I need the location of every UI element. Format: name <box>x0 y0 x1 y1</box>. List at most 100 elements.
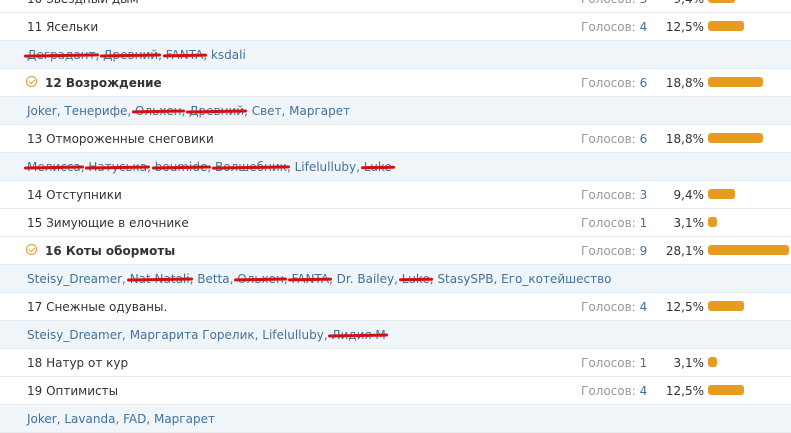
vote-percent: 3,1% <box>673 216 705 230</box>
voter-link[interactable]: Lifelulluby <box>295 160 357 174</box>
voter-link[interactable]: Его_котейшество <box>501 272 611 286</box>
poll-results: 10 Звездный дым Голосов: 3 9,4% 11 Ясельки Г… <box>0 0 791 433</box>
voter-link[interactable]: Свет <box>252 104 282 118</box>
voters-row: Joker, Тенерифе, Ольхен, Древний, Свет, … <box>0 97 791 125</box>
votes-number[interactable]: 4 <box>640 384 648 398</box>
voter-link[interactable]: FAD <box>123 412 146 426</box>
vote-count: Голосов: 6 <box>581 132 647 146</box>
votes-number[interactable]: 4 <box>640 20 648 34</box>
vote-percent: 9,4% <box>673 188 705 202</box>
vote-count: Голосов: 4 <box>581 300 647 314</box>
voter-link[interactable]: Тенерифе <box>64 104 127 118</box>
voter-link[interactable]: Древний <box>189 104 244 118</box>
option-name: 16 Коты обормоты <box>45 244 176 258</box>
votes-number[interactable]: 9 <box>640 244 648 258</box>
percent-bar <box>708 189 736 199</box>
poll-option-row: 19 Оптимисты Голосов: 4 12,5% <box>0 377 791 405</box>
voters-row: Steisy_Dreamer, Nat Natali, Betta, Ольхе… <box>0 265 791 293</box>
poll-option-row: 11 Ясельки Голосов: 4 12,5% <box>0 13 791 41</box>
voter-link[interactable]: boumide <box>155 160 208 174</box>
percent-bar <box>708 77 763 87</box>
vote-percent: 28,1% <box>665 244 704 258</box>
voter-link[interactable]: Steisy_Dreamer <box>27 272 122 286</box>
poll-option-row: 12 Возрождение Голосов: 6 18,8% <box>0 69 791 97</box>
voter-link[interactable]: Lavanda <box>64 412 115 426</box>
voter-link[interactable]: FANTA <box>166 48 204 62</box>
vote-count: Голосов: 9 <box>581 244 647 258</box>
votes-number[interactable]: 1 <box>640 356 648 370</box>
voter-list: Деградант, Древний, FANTA, ksdali <box>27 48 246 62</box>
poll-option-row: 10 Звездный дым Голосов: 3 9,4% <box>0 0 791 13</box>
voter-link[interactable]: Dr. Bailey <box>337 272 394 286</box>
votes-label: Голосов: <box>581 384 636 398</box>
vote-percent: 3,1% <box>673 356 705 370</box>
votes-number[interactable]: 6 <box>640 132 648 146</box>
votes-label: Голосов: <box>581 216 636 230</box>
vote-count: Голосов: 6 <box>581 76 647 90</box>
voter-link[interactable]: Деградант <box>27 48 96 62</box>
percent-bar <box>708 385 745 395</box>
voter-separator: , <box>122 328 130 342</box>
voter-link[interactable]: Joker <box>27 104 57 118</box>
voter-link[interactable]: Волшебник <box>215 160 287 174</box>
votes-number[interactable]: 1 <box>640 216 648 230</box>
voter-link[interactable]: Маргарет <box>289 104 350 118</box>
voter-list: Joker, Тенерифе, Ольхен, Древний, Свет, … <box>27 104 350 118</box>
votes-number[interactable]: 6 <box>640 76 648 90</box>
poll-option-row: 18 Натур от кур Голосов: 1 3,1% <box>0 349 791 377</box>
vote-count: Голосов: 4 <box>581 20 647 34</box>
option-name: 17 Снежные одуваны. <box>27 300 168 314</box>
voter-link[interactable]: Древний <box>103 48 158 62</box>
votes-number[interactable]: 3 <box>640 0 648 6</box>
voter-link[interactable]: Маргарита Горелик <box>130 328 255 342</box>
check-circle-icon <box>26 244 37 255</box>
percent-bar <box>708 245 790 255</box>
voter-list: Steisy_Dreamer, Nat Natali, Betta, Ольхе… <box>27 272 612 286</box>
votes-number[interactable]: 4 <box>640 300 648 314</box>
percent-bar <box>708 357 717 367</box>
votes-label: Голосов: <box>581 300 636 314</box>
voter-link[interactable]: Маргарет <box>154 412 215 426</box>
voter-link[interactable]: ksdali <box>211 48 246 62</box>
option-name: 15 Зимующие в елочнике <box>27 216 189 230</box>
votes-label: Голосов: <box>581 20 636 34</box>
vote-percent: 18,8% <box>665 132 704 146</box>
poll-option-row: 15 Зимующие в елочнике Голосов: 1 3,1% <box>0 209 791 237</box>
option-name: 11 Ясельки <box>27 20 99 34</box>
check-circle-icon <box>26 76 37 87</box>
vote-count: Голосов: 1 <box>581 216 647 230</box>
vote-percent: 18,8% <box>665 76 704 90</box>
voter-link[interactable]: Ольхен <box>237 272 284 286</box>
voter-link[interactable]: Лидия М <box>331 328 385 342</box>
voter-list: Joker, Lavanda, FAD, Маргарет <box>27 412 215 426</box>
voter-link[interactable]: Lifelulluby <box>262 328 324 342</box>
voter-link[interactable]: StasySPB <box>437 272 493 286</box>
option-name: 13 Отмороженные снеговики <box>27 132 214 146</box>
option-name: 18 Натур от кур <box>27 356 129 370</box>
poll-option-row: 14 Отступники Голосов: 3 9,4% <box>0 181 791 209</box>
poll-option-row: 13 Отмороженные снеговики Голосов: 6 18,8% <box>0 125 791 153</box>
vote-count: Голосов: 3 <box>581 0 647 6</box>
voter-link[interactable]: Luke <box>364 160 392 174</box>
voter-link[interactable]: Ольхен <box>135 104 182 118</box>
voter-link[interactable]: Nat Natali <box>130 272 190 286</box>
voter-separator: , <box>115 412 124 426</box>
voter-link[interactable]: Натуська <box>88 160 147 174</box>
voter-link[interactable]: Luke <box>402 272 430 286</box>
poll-option-row: 17 Снежные одуваны. Голосов: 4 12,5% <box>0 293 791 321</box>
vote-count: Голосов: 4 <box>581 384 647 398</box>
vote-percent: 12,5% <box>665 384 704 398</box>
voter-link[interactable]: FANTA <box>291 272 329 286</box>
votes-number[interactable]: 3 <box>640 188 648 202</box>
voter-link[interactable]: Мелисса <box>27 160 81 174</box>
voter-separator: , <box>146 412 154 426</box>
voters-row: Мелисса, Натуська, boumide, Волшебник, L… <box>0 153 791 181</box>
percent-bar <box>708 217 717 227</box>
votes-label: Голосов: <box>581 76 636 90</box>
voter-link[interactable]: Steisy_Dreamer <box>27 328 122 342</box>
option-name: 12 Возрождение <box>45 76 162 90</box>
votes-label: Голосов: <box>581 0 636 6</box>
voter-link[interactable]: Joker <box>27 412 57 426</box>
voters-row: Деградант, Древний, FANTA, ksdali <box>0 41 791 69</box>
voter-link[interactable]: Betta <box>197 272 229 286</box>
